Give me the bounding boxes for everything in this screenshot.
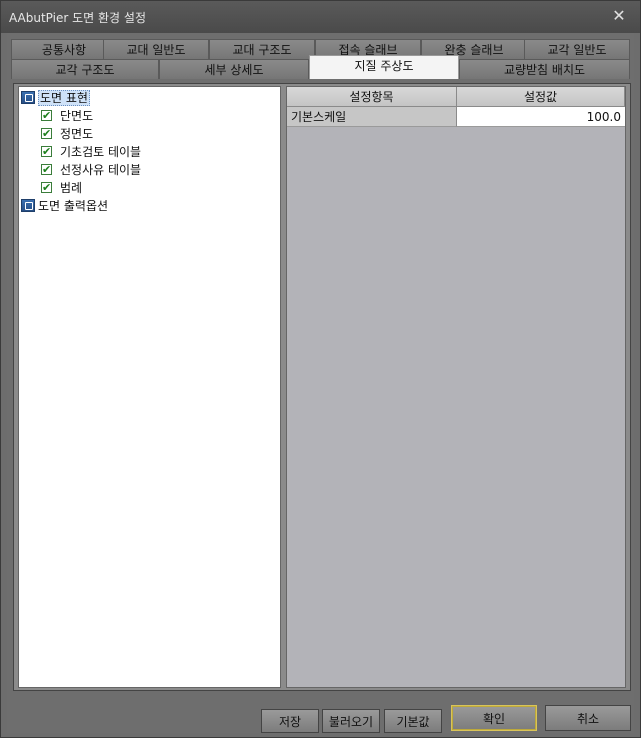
checkbox-checked-icon[interactable] (41, 179, 52, 197)
close-icon[interactable]: ✕ (610, 7, 628, 25)
tree-item-reason-table[interactable]: 선정사유 테이블 (41, 161, 141, 179)
tab-abutment-general[interactable]: 교대 일반도 (103, 39, 209, 59)
load-button[interactable]: 불러오기 (322, 709, 380, 733)
tree-item-label: 정면도 (60, 127, 94, 141)
tree-item-section[interactable]: 단면도 (41, 107, 93, 125)
grid-cell-value[interactable]: 100.0 (457, 107, 625, 127)
grid-cell-label: 기본스케일 (287, 107, 457, 127)
grid-header-item: 설정항목 (287, 87, 457, 107)
dialog-content: 공통사항 교대 일반도 교대 구조도 접속 슬래브 완충 슬래브 교각 일반도 … (7, 33, 634, 733)
tree-item-label: 범례 (60, 181, 83, 195)
title-bar: AAbutPier 도면 환경 설정 ✕ (1, 1, 640, 33)
folder-icon (21, 199, 35, 212)
window-title: AAbutPier 도면 환경 설정 (9, 11, 146, 25)
settings-tree[interactable]: 도면 표현 단면도 정면도 기초검토 테이블 선정사유 테이블 범례 (18, 86, 281, 688)
tab-row-2: 교각 구조도 세부 상세도 지질 주상도 교량받침 배치도 (7, 55, 634, 79)
cancel-button[interactable]: 취소 (545, 705, 631, 731)
tab-pier-structure[interactable]: 교각 구조도 (11, 59, 159, 79)
tree-node-output-options[interactable]: 도면 출력옵션 (21, 197, 108, 215)
tree-item-label: 단면도 (60, 109, 94, 123)
tree-node-label: 도면 표현 (38, 90, 90, 106)
dialog-window: AAbutPier 도면 환경 설정 ✕ 공통사항 교대 일반도 교대 구조도 … (0, 0, 641, 738)
tab-geologic-column[interactable]: 지질 주상도 (309, 55, 459, 79)
checkbox-checked-icon[interactable] (41, 107, 52, 125)
tab-abutment-structure[interactable]: 교대 구조도 (209, 39, 315, 59)
tree-node-drawing-display[interactable]: 도면 표현 (21, 89, 90, 107)
property-grid: 설정항목 설정값 기본스케일 100.0 (286, 86, 626, 688)
tree-item-label: 기초검토 테이블 (60, 145, 142, 159)
folder-icon (21, 91, 35, 104)
checkbox-checked-icon[interactable] (41, 143, 52, 161)
tree-item-foundation-table[interactable]: 기초검토 테이블 (41, 143, 141, 161)
checkbox-checked-icon[interactable] (41, 125, 52, 143)
grid-header-value: 설정값 (457, 87, 625, 107)
ok-button[interactable]: 확인 (451, 705, 537, 731)
save-button[interactable]: 저장 (261, 709, 319, 733)
tree-item-front[interactable]: 정면도 (41, 125, 93, 143)
default-button[interactable]: 기본값 (384, 709, 442, 733)
tree-node-label: 도면 출력옵션 (38, 199, 109, 213)
checkbox-checked-icon[interactable] (41, 161, 52, 179)
settings-panel: 도면 표현 단면도 정면도 기초검토 테이블 선정사유 테이블 범례 (13, 83, 631, 691)
tab-detail[interactable]: 세부 상세도 (159, 59, 309, 79)
tab-pier-general[interactable]: 교각 일반도 (524, 39, 630, 59)
tree-item-legend[interactable]: 범례 (41, 179, 82, 197)
tab-common[interactable]: 공통사항 (11, 39, 117, 59)
tree-item-label: 선정사유 테이블 (60, 163, 142, 177)
tab-bearing-layout[interactable]: 교량받침 배치도 (459, 59, 630, 79)
